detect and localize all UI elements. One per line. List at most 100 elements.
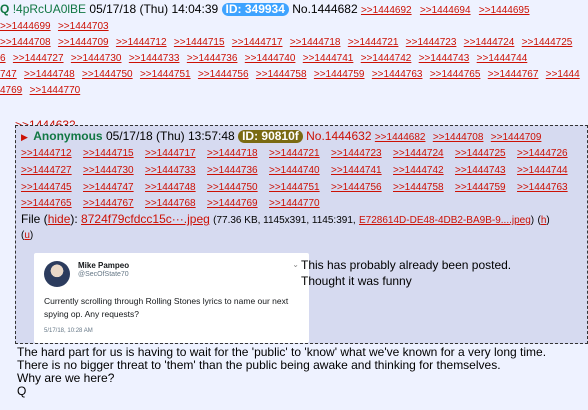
backlink[interactable]: >>1444744 [517, 163, 579, 179]
file-h-link[interactable]: h [541, 215, 547, 226]
backlink[interactable]: >>1444727 [13, 53, 64, 64]
backlink[interactable]: >>1444765 [21, 196, 83, 212]
backlink[interactable]: >>1444723 [406, 37, 457, 48]
op-header-line: Q !4pRcUA0lBE 05/17/18 (Thu) 14:04:39 ID… [0, 2, 588, 18]
backlink[interactable]: >>1444736 [207, 163, 269, 179]
tweet-image[interactable]: Mike Pampeo @SecOfState70 ⌄ Currently sc… [34, 253, 309, 343]
backlink[interactable]: 6 [0, 53, 6, 64]
backlink[interactable]: >>1444769 [207, 196, 269, 212]
file-original-name-link[interactable]: E728614D-DE48-4DB2-BA9B-9....jpeg [359, 215, 531, 226]
backlink[interactable]: >>1444763 [372, 69, 423, 80]
backlink[interactable]: >>1444717 [145, 146, 207, 162]
backlink[interactable]: >>1444730 [83, 163, 145, 179]
reply-name: Anonymous [33, 129, 103, 143]
backlink[interactable]: >>1444756 [198, 69, 249, 80]
expand-arrow-icon[interactable]: ▶ [21, 132, 28, 142]
backlink[interactable]: >>1444736 [187, 53, 238, 64]
backlink[interactable]: >>1444726 [517, 146, 579, 162]
backlink[interactable]: >>1444718 [207, 146, 269, 162]
backlink[interactable]: >>1444750 [207, 180, 269, 196]
backlink[interactable]: >>1444756 [331, 180, 393, 196]
backlink[interactable]: >>1444724 [464, 37, 515, 48]
backlink[interactable]: >>1444770 [30, 85, 81, 96]
backlink[interactable]: >>1444741 [331, 163, 393, 179]
backlink[interactable]: >>1444741 [303, 53, 354, 64]
backlink[interactable]: >>1444727 [21, 163, 83, 179]
backlink[interactable]: >>1444723 [331, 146, 393, 162]
backlink[interactable]: >>1444712 [21, 146, 83, 162]
backlink[interactable]: >>1444751 [269, 180, 331, 196]
backlink[interactable]: >>1444751 [140, 69, 191, 80]
backlink[interactable]: >>1444747 [83, 180, 145, 196]
reply-backlinks-row0: >>1444682 >>1444708 >>1444709 [375, 129, 546, 143]
backlink[interactable]: >>1444748 [145, 180, 207, 196]
backlink[interactable]: >>1444724 [393, 146, 455, 162]
backlink[interactable]: >>1444745 [21, 180, 83, 196]
backlink[interactable]: >>1444733 [145, 163, 207, 179]
backlink[interactable]: >>1444709 [58, 37, 109, 48]
backlink[interactable]: >>1444725 [455, 146, 517, 162]
hide-file-link[interactable]: hide [48, 212, 71, 226]
backlink[interactable]: >>1444748 [24, 69, 75, 80]
backlink[interactable]: >>1444770 [269, 196, 331, 212]
backlink[interactable]: >>1444767 [83, 196, 145, 212]
backlink[interactable]: >>1444715 [83, 146, 145, 162]
reply-id-badge[interactable]: ID: 90810f [238, 130, 303, 143]
backlink[interactable]: >>1444743 [419, 53, 470, 64]
backlink[interactable]: >>1444717 [232, 37, 283, 48]
file-label: File [21, 212, 41, 227]
op-tripcode: !4pRcUA0lBE [12, 2, 87, 16]
reply-date: 05/17/18 (Thu) 13:57:48 [105, 129, 235, 143]
backlink[interactable]: >>1444740 [245, 53, 296, 64]
backlink[interactable]: >>1444715 [174, 37, 225, 48]
op-id-badge[interactable]: ID: 349934 [221, 3, 289, 16]
tweet-timestamp: 5/17/18, 10:28 AM [44, 328, 93, 334]
backlink[interactable]: >>1444692 [361, 5, 412, 16]
file-meta: (77.36 KB, 1145x391, 1145:391, [213, 215, 356, 227]
op-name: Q [0, 2, 10, 16]
backlink[interactable]: >>1444730 [71, 53, 122, 64]
backlink[interactable]: >>1444765 [430, 69, 481, 80]
backlink[interactable]: >>1444721 [348, 37, 399, 48]
backlink[interactable]: >>1444721 [269, 146, 331, 162]
reply-post-number[interactable]: No.1444632 [306, 129, 371, 143]
backlink[interactable]: >>1444695 [479, 5, 530, 16]
backlink[interactable]: >>1444750 [82, 69, 133, 80]
backlink[interactable]: >>1444742 [393, 163, 455, 179]
backlink[interactable]: >>1444763 [517, 180, 579, 196]
backlink[interactable]: >>1444743 [455, 163, 517, 179]
backlink[interactable]: >>1444 [546, 69, 580, 80]
file-u-link[interactable]: u [24, 230, 30, 241]
backlink[interactable]: 4769 [0, 85, 22, 96]
op-body-line: Q [17, 384, 27, 398]
backlink[interactable]: >>1444742 [361, 53, 412, 64]
backlink[interactable]: >>1444758 [393, 180, 455, 196]
backlink[interactable]: >>1444758 [256, 69, 307, 80]
backlink[interactable]: >>1444709 [491, 132, 542, 143]
op-post-number[interactable]: No.1444682 [292, 2, 357, 16]
backlink[interactable]: >>1444708 [433, 132, 484, 143]
op-backlinks-row4: 6 >>1444727 >>1444730 >>1444733 >>144473… [0, 50, 588, 66]
op-body-line: Why are we here? [17, 371, 115, 385]
backlink[interactable]: >>1444768 [145, 196, 207, 212]
chevron-down-icon: ⌄ [292, 260, 299, 269]
backlink[interactable]: >>1444740 [269, 163, 331, 179]
backlink[interactable]: 747 [0, 69, 17, 80]
backlink[interactable]: >>1444694 [420, 5, 471, 16]
backlink[interactable]: >>1444725 [522, 37, 573, 48]
backlink[interactable]: >>1444712 [116, 37, 167, 48]
backlink[interactable]: >>1444759 [455, 180, 517, 196]
backlink[interactable]: >>1444733 [129, 53, 180, 64]
quoted-reply: ▶ Anonymous 05/17/18 (Thu) 13:57:48 ID: … [15, 125, 588, 344]
file-name-link[interactable]: 8724f79cfdcc15c···.jpeg [81, 212, 210, 226]
backlink[interactable]: >>1444744 [477, 53, 528, 64]
backlink[interactable]: >>1444682 [375, 132, 426, 143]
backlink[interactable]: >>1444718 [290, 37, 341, 48]
backlink[interactable]: >>1444708 [0, 37, 51, 48]
op-backlinks-row6: 4769 >>1444770 [0, 82, 588, 98]
backlink[interactable]: >>1444699 [0, 21, 51, 32]
backlink[interactable]: >>1444759 [314, 69, 365, 80]
op-body: The hard part for us is having to wait f… [17, 346, 546, 398]
backlink[interactable]: >>1444703 [58, 21, 109, 32]
backlink[interactable]: >>1444767 [488, 69, 539, 80]
